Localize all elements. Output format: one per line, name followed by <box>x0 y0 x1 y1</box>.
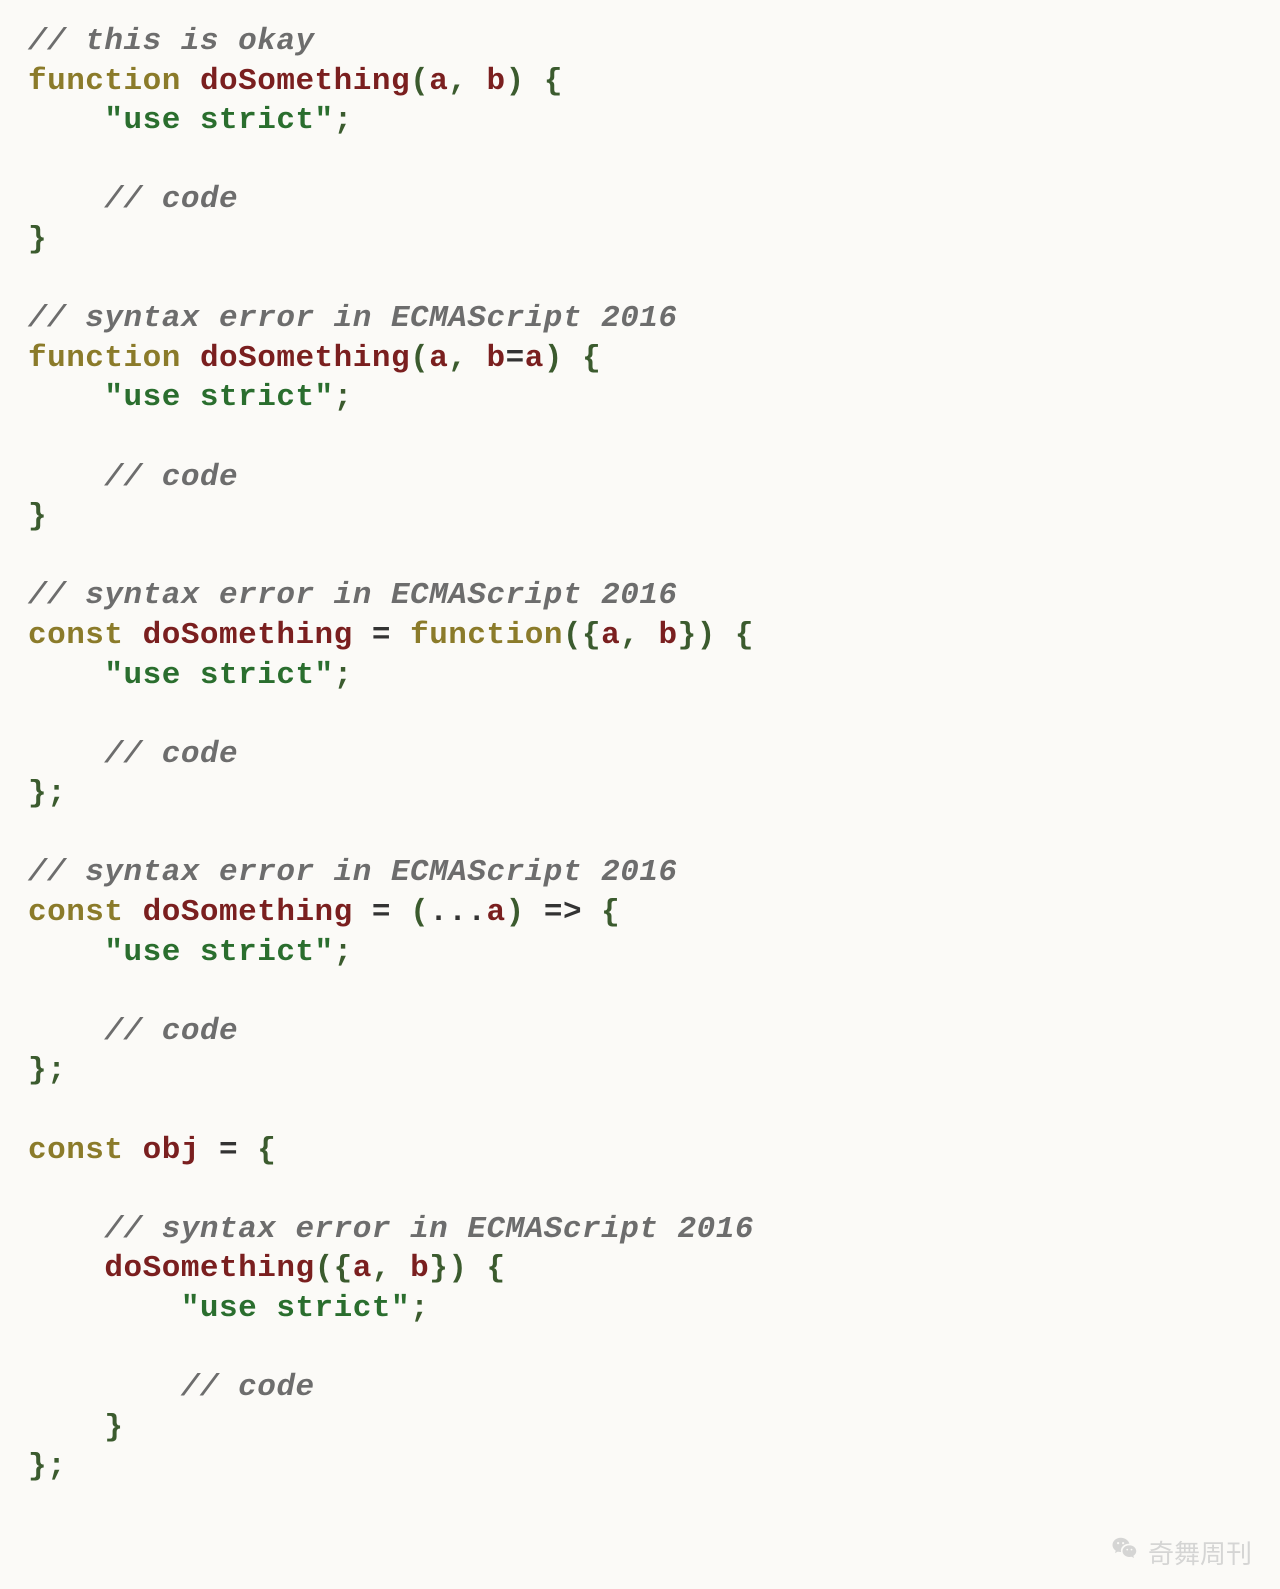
code-token: a <box>429 341 448 376</box>
code-token: obj <box>143 1133 200 1168</box>
code-token: "use strict" <box>181 1291 410 1326</box>
code-token: { <box>544 64 563 99</box>
code-token: = <box>372 895 391 930</box>
code-token: ) <box>544 341 563 376</box>
code-token: , <box>448 64 467 99</box>
code-token: "use strict" <box>104 658 333 693</box>
code-token: b <box>658 618 677 653</box>
code-token: doSomething <box>200 341 410 376</box>
code-token: doSomething <box>104 1251 314 1286</box>
code-token: } <box>104 1410 123 1445</box>
code-token: } <box>429 1251 448 1286</box>
code-token: a <box>429 64 448 99</box>
code-token: ; <box>47 776 66 811</box>
code-token: ) <box>506 64 525 99</box>
code-token: a <box>353 1251 372 1286</box>
code-token: ( <box>410 341 429 376</box>
code-token: const <box>28 1133 124 1168</box>
code-token: ( <box>315 1251 334 1286</box>
code-token: ... <box>429 895 486 930</box>
code-token: ; <box>334 935 353 970</box>
code-token: } <box>28 1053 47 1088</box>
code-token: // syntax error in ECMAScript 2016 <box>28 578 678 613</box>
code-token: // code <box>104 182 238 217</box>
watermark: 奇舞周刊 <box>1110 1534 1252 1571</box>
code-token: a <box>487 895 506 930</box>
code-token: function <box>410 618 563 653</box>
code-token: a <box>601 618 620 653</box>
code-token: } <box>28 222 47 257</box>
code-token: ( <box>410 64 429 99</box>
code-token: { <box>334 1251 353 1286</box>
code-token: ) <box>697 618 716 653</box>
code-token: // code <box>181 1370 315 1405</box>
code-token: } <box>678 618 697 653</box>
code-token: a <box>525 341 544 376</box>
code-token: } <box>28 776 47 811</box>
code-token: ) <box>506 895 525 930</box>
code-token: ; <box>334 380 353 415</box>
code-token: , <box>620 618 639 653</box>
code-token: ; <box>334 658 353 693</box>
code-token: ; <box>47 1449 66 1484</box>
code-token: , <box>372 1251 391 1286</box>
code-token: // syntax error in ECMAScript 2016 <box>28 301 678 336</box>
code-token: = <box>372 618 391 653</box>
code-token: // syntax error in ECMAScript 2016 <box>104 1212 754 1247</box>
code-token: "use strict" <box>104 380 333 415</box>
code-token: function <box>28 341 181 376</box>
code-token: { <box>735 618 754 653</box>
code-token: doSomething <box>143 618 353 653</box>
code-token: // code <box>104 737 238 772</box>
code-token: b <box>410 1251 429 1286</box>
code-token: // syntax error in ECMAScript 2016 <box>28 855 678 890</box>
code-token: { <box>487 1251 506 1286</box>
code-token: ) <box>448 1251 467 1286</box>
code-token: = <box>506 341 525 376</box>
code-token: doSomething <box>143 895 353 930</box>
watermark-text: 奇舞周刊 <box>1148 1534 1252 1571</box>
code-token: ( <box>563 618 582 653</box>
code-token: { <box>582 341 601 376</box>
code-token: { <box>601 895 620 930</box>
code-token: b <box>487 64 506 99</box>
code-block: // this is okay function doSomething(a, … <box>0 0 1280 1509</box>
code-token: // code <box>104 460 238 495</box>
code-token: ; <box>410 1291 429 1326</box>
code-token: b <box>487 341 506 376</box>
code-token: } <box>28 499 47 534</box>
code-token: } <box>28 1449 47 1484</box>
code-token: const <box>28 895 124 930</box>
code-token: doSomething <box>200 64 410 99</box>
code-token: { <box>257 1133 276 1168</box>
code-token: ; <box>334 103 353 138</box>
code-token: function <box>28 64 181 99</box>
code-token: ( <box>410 895 429 930</box>
code-token: { <box>582 618 601 653</box>
code-token: = <box>219 1133 238 1168</box>
code-token: // code <box>104 1014 238 1049</box>
code-token: , <box>448 341 467 376</box>
code-token: const <box>28 618 124 653</box>
code-token: // this is okay <box>28 24 315 59</box>
wechat-icon <box>1110 1534 1140 1571</box>
code-token: => <box>544 895 582 930</box>
code-token: "use strict" <box>104 103 333 138</box>
code-token: ; <box>47 1053 66 1088</box>
code-token: "use strict" <box>104 935 333 970</box>
